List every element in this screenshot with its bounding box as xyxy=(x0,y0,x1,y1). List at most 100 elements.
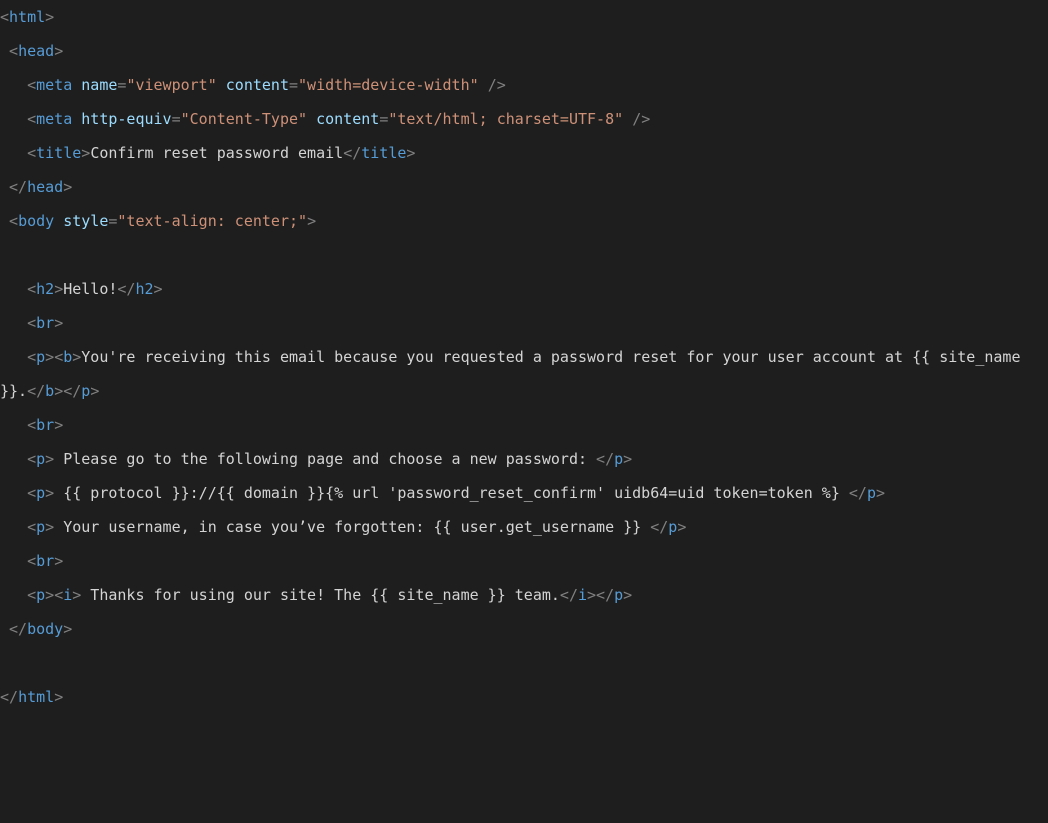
code-token-tag: html xyxy=(9,8,45,26)
code-token-punc: < xyxy=(54,348,63,366)
code-line[interactable]: <p><i> Thanks for using our site! The {{… xyxy=(0,586,632,604)
code-token-txt: You're receiving this email because you … xyxy=(0,348,1030,400)
code-token-punc: > xyxy=(54,42,63,60)
code-token-txt xyxy=(0,416,27,434)
code-line[interactable]: <html> xyxy=(0,8,54,26)
code-token-tag: p xyxy=(81,382,90,400)
code-token-tag: i xyxy=(63,586,72,604)
code-token-punc: > xyxy=(54,416,63,434)
code-token-punc: > xyxy=(45,348,54,366)
code-token-txt xyxy=(0,144,27,162)
code-line[interactable]: <br> xyxy=(0,552,63,570)
code-token-tag: head xyxy=(18,42,54,60)
code-line[interactable]: <body style="text-align: center;"> xyxy=(0,212,316,230)
code-token-punc: </ xyxy=(0,688,18,706)
code-line[interactable]: <p> Your username, in case you’ve forgot… xyxy=(0,518,686,536)
code-token-punc: > xyxy=(54,314,63,332)
code-line[interactable]: <title>Confirm reset password email</tit… xyxy=(0,144,415,162)
code-token-punc: < xyxy=(27,280,36,298)
code-token-txt: Thanks for using our site! The {{ site_n… xyxy=(81,586,560,604)
code-token-tag: body xyxy=(27,620,63,638)
code-token-tag: html xyxy=(18,688,54,706)
code-token-punc: </ xyxy=(9,178,27,196)
code-token-txt xyxy=(623,110,632,128)
code-token-txt xyxy=(72,76,81,94)
code-token-str: "text/html; charset=UTF-8" xyxy=(388,110,623,128)
code-token-tag: body xyxy=(18,212,54,230)
code-token-punc: > xyxy=(63,620,72,638)
code-token-punc: > xyxy=(45,518,54,536)
code-token-punc: > xyxy=(72,348,81,366)
code-token-punc: > xyxy=(45,586,54,604)
code-token-punc: > xyxy=(45,484,54,502)
code-token-punc: > xyxy=(45,8,54,26)
code-line[interactable]: <br> xyxy=(0,314,63,332)
code-token-tag: head xyxy=(27,178,63,196)
code-token-punc: </ xyxy=(343,144,361,162)
code-line[interactable]: <meta http-equiv="Content-Type" content=… xyxy=(0,110,650,128)
code-editor[interactable]: <html> <head> <meta name="viewport" cont… xyxy=(0,0,1048,714)
code-token-punc: > xyxy=(81,144,90,162)
code-token-tag: p xyxy=(36,518,45,536)
code-line[interactable]: </body> xyxy=(0,620,72,638)
code-token-punc: > xyxy=(90,382,99,400)
code-token-punc: < xyxy=(54,586,63,604)
code-token-txt xyxy=(0,76,27,94)
code-line[interactable]: <meta name="viewport" content="width=dev… xyxy=(0,76,506,94)
code-token-txt xyxy=(0,314,27,332)
code-token-punc: > xyxy=(623,586,632,604)
code-token-tag: p xyxy=(668,518,677,536)
code-token-punc: > xyxy=(45,450,54,468)
code-line[interactable]: <h2>Hello!</h2> xyxy=(0,280,163,298)
code-token-attr: content xyxy=(316,110,379,128)
code-token-punc: = xyxy=(172,110,181,128)
code-line[interactable]: </html> xyxy=(0,688,63,706)
code-token-punc: > xyxy=(876,484,885,502)
code-token-tag: b xyxy=(45,382,54,400)
code-token-tag: p xyxy=(614,586,623,604)
code-token-str: "width=device-width" xyxy=(298,76,479,94)
code-token-punc: > xyxy=(154,280,163,298)
code-token-punc: > xyxy=(54,552,63,570)
code-token-punc: > xyxy=(54,280,63,298)
code-line[interactable]: </head> xyxy=(0,178,72,196)
code-token-punc: /> xyxy=(488,76,506,94)
code-token-tag: h2 xyxy=(36,280,54,298)
code-token-tag: meta xyxy=(36,76,72,94)
code-token-punc: </ xyxy=(63,382,81,400)
code-token-punc: > xyxy=(587,586,596,604)
code-token-punc: < xyxy=(27,110,36,128)
code-token-punc: </ xyxy=(27,382,45,400)
code-token-attr: style xyxy=(63,212,108,230)
code-token-punc: = xyxy=(289,76,298,94)
code-line[interactable]: <p><b>You're receiving this email becaus… xyxy=(0,348,1030,400)
code-token-tag: br xyxy=(36,416,54,434)
code-line[interactable]: <head> xyxy=(0,42,63,60)
code-token-punc: > xyxy=(63,178,72,196)
code-line[interactable]: <p> {{ protocol }}://{{ domain }}{% url … xyxy=(0,484,885,502)
code-token-txt xyxy=(54,212,63,230)
code-token-punc: > xyxy=(623,450,632,468)
code-token-punc: </ xyxy=(117,280,135,298)
code-token-txt xyxy=(0,620,9,638)
code-token-punc: < xyxy=(27,518,36,536)
code-token-tag: i xyxy=(578,586,587,604)
code-token-txt xyxy=(0,348,27,366)
code-token-str: "text-align: center;" xyxy=(117,212,307,230)
code-token-attr: http-equiv xyxy=(81,110,171,128)
code-token-tag: p xyxy=(867,484,876,502)
code-token-str: "Content-Type" xyxy=(181,110,307,128)
code-token-punc: < xyxy=(27,416,36,434)
code-token-txt: Your username, in case you’ve forgotten:… xyxy=(54,518,650,536)
code-token-tag: h2 xyxy=(135,280,153,298)
code-token-punc: </ xyxy=(560,586,578,604)
code-token-txt xyxy=(0,450,27,468)
code-token-txt xyxy=(479,76,488,94)
code-line[interactable]: <br> xyxy=(0,416,63,434)
code-token-tag: b xyxy=(63,348,72,366)
code-line[interactable]: <p> Please go to the following page and … xyxy=(0,450,632,468)
code-token-punc: > xyxy=(54,382,63,400)
code-token-tag: meta xyxy=(36,110,72,128)
code-token-txt xyxy=(0,518,27,536)
code-token-attr: name xyxy=(81,76,117,94)
